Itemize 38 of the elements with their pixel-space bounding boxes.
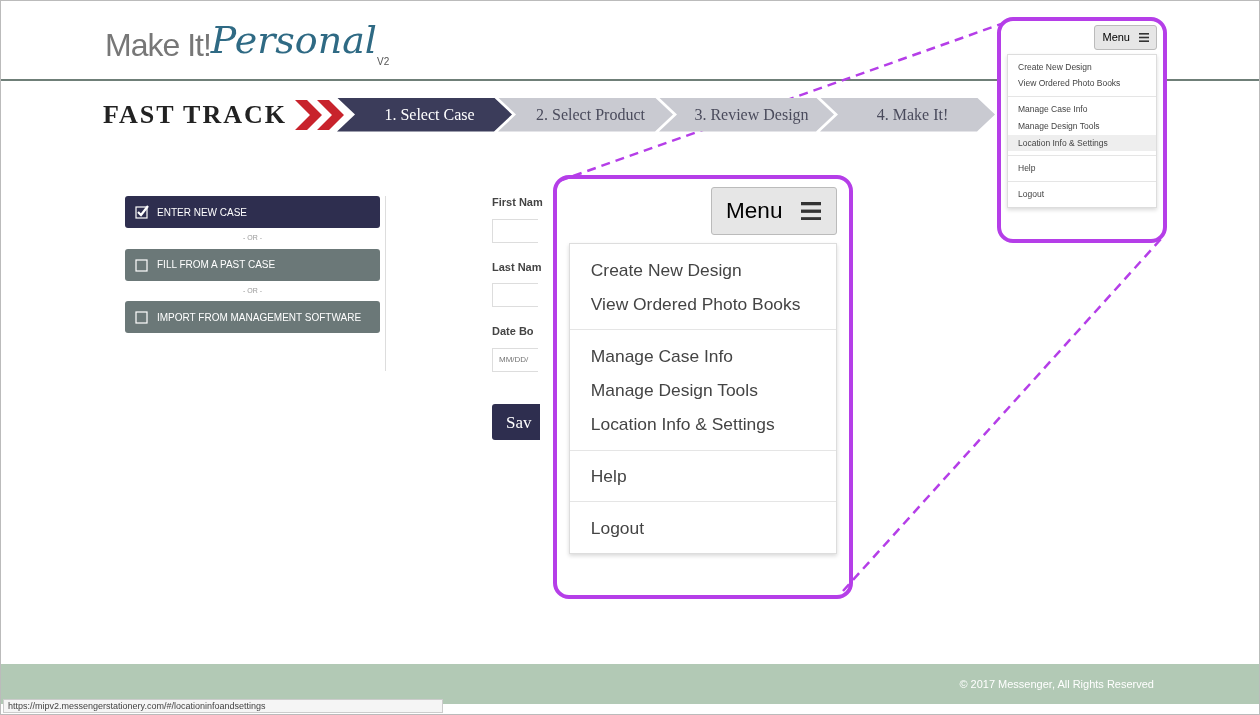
checkbox-icon[interactable] — [135, 257, 149, 272]
menu-item[interactable]: Location Info & Settings — [570, 407, 836, 442]
field-label: Date Bo — [492, 324, 534, 339]
menu-item[interactable]: Location Info & Settings — [1008, 134, 1156, 152]
input-field[interactable] — [492, 283, 538, 307]
menu-icon — [800, 202, 822, 221]
checkbox-icon[interactable] — [135, 310, 149, 324]
input-field[interactable]: MM/DD/ — [492, 347, 538, 372]
step-tab[interactable]: 3. Review Design — [659, 97, 834, 132]
copyright-text: © 2017 Messenger, All Rights Reserved — [959, 676, 1154, 692]
menu-icon — [1139, 32, 1149, 42]
option-button[interactable]: IMPORT FROM MANAGEMENT SOFTWARE — [125, 301, 380, 333]
menu-item[interactable]: Create New Design — [570, 252, 836, 287]
menu-item[interactable]: Create New Design — [1008, 58, 1156, 76]
menu-item[interactable]: Manage Design Tools — [1008, 117, 1156, 135]
menu-item[interactable]: Logout — [1008, 186, 1156, 203]
menu-item[interactable]: Manage Case Info — [1008, 101, 1156, 118]
checked-checkbox-icon[interactable] — [135, 205, 149, 219]
fast-track-title: FAST TRACK — [103, 99, 287, 131]
menu-item[interactable]: Help — [1008, 160, 1156, 177]
menu-item[interactable]: Help — [570, 458, 836, 494]
status-url: https://mipv2.messengerstationery.com/#/locationinfoandsettings — [3, 699, 443, 713]
input-field[interactable] — [492, 218, 538, 243]
field-label: First Nam — [492, 195, 543, 210]
field-label: Last Nam — [492, 259, 542, 275]
menu-item[interactable]: View Ordered Photo Books — [570, 286, 836, 322]
option-button[interactable]: FILL FROM A PAST CASE — [125, 248, 380, 281]
option-button[interactable]: ENTER NEW CASE — [125, 196, 380, 228]
save-button[interactable]: Sav — [492, 403, 540, 440]
menu-item[interactable]: Manage Design Tools — [570, 372, 836, 408]
menu-button[interactable]: Menu — [1094, 25, 1157, 50]
menu-item[interactable]: Manage Case Info — [570, 338, 836, 373]
menu-item[interactable]: View Ordered Photo Books — [1008, 75, 1156, 92]
step-tab[interactable]: 4. Make It! — [820, 97, 995, 132]
menu-button[interactable]: Menu — [710, 187, 837, 236]
step-tab[interactable]: 2. Select Product — [498, 97, 673, 132]
menu-item[interactable]: Logout — [570, 510, 836, 545]
step-tab[interactable]: 1. Select Case — [337, 97, 512, 132]
